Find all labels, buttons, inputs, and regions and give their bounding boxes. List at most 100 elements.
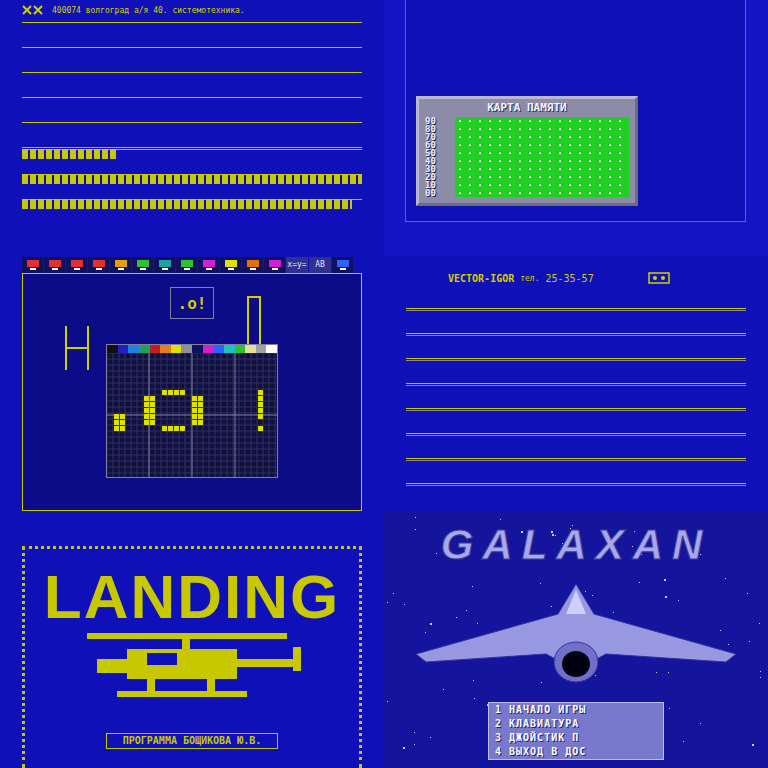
spaceship-icon	[416, 584, 736, 684]
palette-swatch[interactable]	[128, 345, 139, 353]
palette-swatch[interactable]	[171, 345, 182, 353]
row-label: 70	[425, 133, 451, 141]
ruled-line	[406, 433, 746, 436]
tool-button[interactable]	[110, 257, 131, 273]
palette	[107, 345, 277, 353]
palette-swatch[interactable]	[139, 345, 150, 353]
memory-grid	[455, 117, 629, 197]
palette-swatch[interactable]	[160, 345, 171, 353]
tool-button[interactable]	[264, 257, 285, 273]
address-text: 400074 волгоград а/я 40. системотехника.	[52, 6, 245, 15]
company-logo-icon	[22, 5, 44, 15]
ruled-line	[22, 22, 362, 24]
author-name: VECTOR-IGOR	[448, 273, 514, 284]
bar-track	[22, 174, 362, 185]
palette-swatch[interactable]	[107, 345, 118, 353]
h-figure-icon	[64, 326, 90, 370]
menu-item[interactable]: 2 КЛАВИАТУРА	[495, 717, 657, 731]
palette-swatch[interactable]	[224, 345, 235, 353]
ruled-lines	[406, 308, 746, 486]
tool-button[interactable]	[88, 257, 109, 273]
tool-button[interactable]	[44, 257, 65, 273]
bar-track	[22, 199, 362, 210]
row-label: 90	[425, 117, 451, 125]
row-label: 50	[425, 149, 451, 157]
letterhead-screen: 400074 волгоград а/я 40. системотехника.	[0, 0, 384, 256]
pixel-grid-icon	[107, 353, 277, 477]
menu-item[interactable]: 1 НАЧАЛО ИГРЫ	[495, 703, 657, 717]
author-credit: ПРОГРАММА БОЩИКОВА Ю.В.	[106, 733, 278, 749]
ruled-line	[22, 122, 362, 124]
tool-icon	[158, 259, 172, 271]
palette-swatch[interactable]	[213, 345, 224, 353]
row-label: 00	[425, 189, 451, 197]
letterhead-header: 400074 волгоград а/я 40. системотехника.	[22, 2, 362, 18]
row-label: 60	[425, 141, 451, 149]
palette-swatch[interactable]	[256, 345, 267, 353]
palette-swatch[interactable]	[192, 345, 203, 353]
zoom-grid	[106, 344, 278, 478]
tool-button[interactable]: x=y=	[286, 257, 308, 273]
memory-map-panel: КАРТА ПАМЯТИ 90807060504030201000	[416, 96, 638, 206]
palette-swatch[interactable]	[118, 345, 129, 353]
tool-button[interactable]	[198, 257, 219, 273]
ruled-line	[406, 483, 746, 486]
paint-screen: x=y=AB .o!	[0, 256, 384, 512]
game-title: LANDING	[44, 565, 340, 629]
tool-button[interactable]	[154, 257, 175, 273]
preview-box: .o!	[170, 287, 214, 319]
palette-swatch[interactable]	[150, 345, 161, 353]
tool-button[interactable]	[176, 257, 197, 273]
palette-swatch[interactable]	[181, 345, 192, 353]
palette-swatch[interactable]	[203, 345, 214, 353]
igor-header: VECTOR-IGOR тел. 25-35-57	[448, 268, 746, 288]
tool-button[interactable]	[220, 257, 241, 273]
tool-button[interactable]	[242, 257, 263, 273]
ruled-line	[406, 458, 746, 461]
memory-map-title: КАРТА ПАМЯТИ	[425, 101, 629, 117]
tool-button[interactable]	[332, 257, 353, 273]
tool-button[interactable]	[66, 257, 87, 273]
galaxan-screen: GALAXAN 1 НАЧАЛО ИГРЫ2 КЛАВИАТУРА3 ДЖОЙС…	[384, 512, 768, 768]
ruled-line	[406, 408, 746, 411]
menu-item[interactable]: 3 ДЖОЙСТИК П	[495, 731, 657, 745]
toolbar: x=y=AB	[22, 257, 362, 273]
bar-fill	[22, 175, 362, 184]
tool-icon	[92, 259, 106, 271]
memory-map-screen: КАРТА ПАМЯТИ 90807060504030201000	[384, 0, 768, 256]
menu-item[interactable]: 4 ВЫХОД В ДОС	[495, 745, 657, 759]
tool-icon	[180, 259, 194, 271]
ruled-line	[406, 308, 746, 311]
tool-icon	[136, 259, 150, 271]
title-frame: LANDING ПРОГРАММА БОЩИКОВА Ю.В.	[22, 546, 362, 768]
tool-button[interactable]	[22, 257, 43, 273]
helicopter-icon	[67, 633, 317, 703]
bar-list	[22, 149, 362, 210]
ruled-line	[406, 383, 746, 386]
tool-icon	[114, 259, 128, 271]
tool-icon	[70, 259, 84, 271]
row-label: 40	[425, 157, 451, 165]
ruled-line	[406, 358, 746, 361]
palette-swatch[interactable]	[266, 345, 277, 353]
palette-swatch[interactable]	[235, 345, 246, 353]
tool-icon	[202, 259, 216, 271]
drawing-canvas[interactable]: .o!	[22, 273, 362, 511]
ruled-line	[22, 47, 362, 49]
row-label: 30	[425, 165, 451, 173]
row-label: 20	[425, 173, 451, 181]
tool-button[interactable]: AB	[309, 257, 331, 273]
tool-icon	[336, 259, 350, 271]
tool-icon	[26, 259, 40, 271]
screenshot-collage: 400074 волгоград а/я 40. системотехника.…	[0, 0, 768, 768]
palette-swatch[interactable]	[245, 345, 256, 353]
ruled-lines	[22, 22, 362, 149]
vector-igor-screen: VECTOR-IGOR тел. 25-35-57	[384, 256, 768, 512]
tool-icon	[268, 259, 282, 271]
screen-frame: КАРТА ПАМЯТИ 90807060504030201000	[405, 0, 746, 222]
ruled-line	[406, 333, 746, 336]
row-label: 80	[425, 125, 451, 133]
tool-button[interactable]	[132, 257, 153, 273]
bar-track	[22, 149, 362, 160]
tool-icon	[48, 259, 62, 271]
